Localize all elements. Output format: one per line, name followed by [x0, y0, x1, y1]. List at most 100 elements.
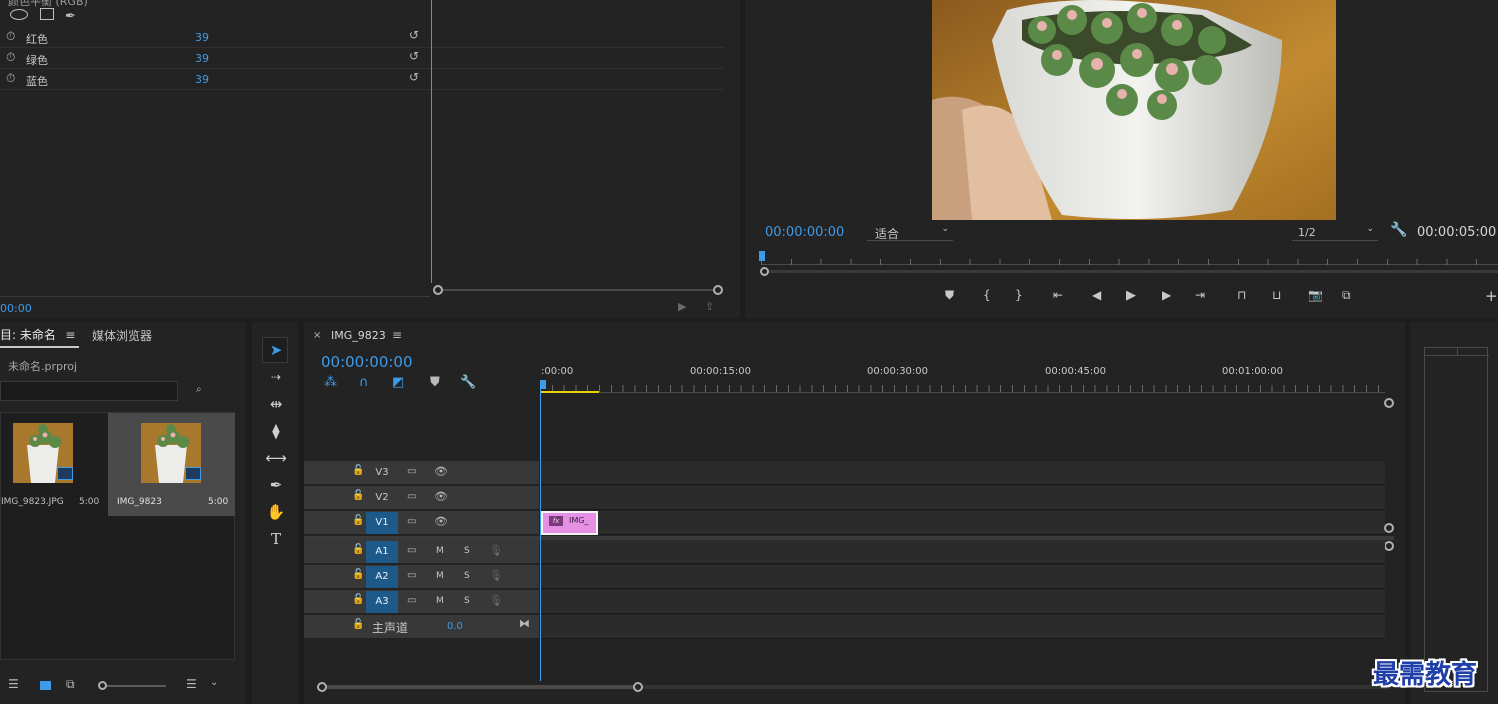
lift-icon[interactable]: ⊓: [1237, 288, 1246, 302]
eye-icon[interactable]: 👁: [434, 515, 448, 528]
track-header-a3[interactable]: [304, 590, 539, 614]
hand-tool-icon[interactable]: ✋: [263, 500, 289, 524]
ellipse-mask-icon[interactable]: [10, 9, 28, 20]
stopwatch-icon[interactable]: ⏱: [6, 29, 15, 44]
track-header-master[interactable]: [304, 615, 539, 639]
razor-tool-icon[interactable]: ⧫: [263, 419, 289, 443]
microphone-icon[interactable]: 🎙: [489, 544, 503, 557]
step-forward-icon[interactable]: ▶︎: [1162, 288, 1171, 302]
program-zoom-handle[interactable]: [760, 267, 769, 276]
mute-button[interactable]: M: [436, 546, 444, 556]
zoom-handle-right[interactable]: [713, 285, 723, 295]
reset-icon[interactable]: ↺: [409, 70, 419, 84]
sequence-tab-label[interactable]: IMG_9823: [331, 329, 386, 342]
nest-icon[interactable]: ⁂: [324, 375, 337, 390]
video-scroll-handle[interactable]: [1384, 523, 1394, 533]
program-playhead[interactable]: [759, 251, 765, 261]
export-frame-icon[interactable]: 📷: [1308, 288, 1323, 302]
play-icon[interactable]: ▶︎: [1126, 288, 1136, 303]
go-to-end-icon[interactable]: ⧓: [519, 617, 530, 630]
track-select-tool-icon[interactable]: ⇢: [263, 365, 289, 389]
snap-icon[interactable]: ∩: [359, 375, 369, 390]
video-clip[interactable]: fx IMG_: [541, 511, 598, 535]
lock-icon[interactable]: 🔓: [352, 569, 364, 580]
microphone-icon[interactable]: 🎙: [489, 594, 503, 607]
add-marker-icon[interactable]: ⛊: [945, 288, 954, 303]
sync-lock-icon[interactable]: ▭: [407, 545, 416, 556]
vertical-zoom-handle[interactable]: [1384, 398, 1394, 408]
reset-icon[interactable]: ↺: [409, 49, 419, 63]
icon-view-icon[interactable]: [40, 681, 51, 690]
wrench-icon[interactable]: 🔧: [460, 375, 476, 390]
mute-button[interactable]: M: [436, 571, 444, 581]
type-tool-icon[interactable]: T: [263, 527, 289, 551]
master-volume-value[interactable]: 0.0: [447, 621, 463, 632]
track-header-v3[interactable]: [304, 461, 539, 485]
thumbnail-size-slider[interactable]: [102, 685, 166, 687]
chevron-down-icon[interactable]: ⌄: [210, 677, 218, 688]
solo-button[interactable]: S: [464, 571, 470, 581]
search-input[interactable]: [0, 381, 178, 401]
comparison-view-icon[interactable]: ⧉: [1342, 288, 1351, 303]
eye-icon[interactable]: 👁: [434, 490, 448, 503]
export-icon[interactable]: ⇪: [705, 300, 714, 313]
track-v1[interactable]: [540, 511, 1385, 535]
h-scroll-handle-right[interactable]: [633, 682, 643, 692]
stopwatch-icon[interactable]: ⏱: [6, 71, 15, 86]
lock-icon[interactable]: 🔓: [352, 515, 364, 526]
search-bin-icon[interactable]: ⌕: [196, 384, 202, 395]
freeform-view-icon[interactable]: ⧉: [66, 677, 75, 692]
solo-button[interactable]: S: [464, 596, 470, 606]
project-tab[interactable]: 目: 未命名 ≡: [0, 326, 80, 348]
sort-icon[interactable]: ☰: [186, 677, 197, 691]
track-target-a1[interactable]: A1: [366, 541, 398, 563]
track-target-v1[interactable]: V1: [366, 512, 398, 534]
param-value[interactable]: 39: [195, 31, 209, 44]
resolution-dropdown[interactable]: 1/2 ⌄: [1292, 224, 1378, 241]
lock-icon[interactable]: 🔓: [352, 594, 364, 605]
lock-icon[interactable]: 🔓: [352, 490, 364, 501]
media-item-selected[interactable]: IMG_9823 5:00: [108, 413, 235, 516]
mark-in-icon[interactable]: {: [983, 288, 991, 302]
work-area-bar[interactable]: [541, 391, 599, 393]
track-a3[interactable]: [540, 590, 1385, 614]
track-master[interactable]: [540, 615, 1385, 639]
timeline-timecode[interactable]: 00:00:00:00: [321, 353, 413, 371]
sync-lock-icon[interactable]: ▭: [407, 466, 416, 477]
eye-icon[interactable]: 👁: [434, 465, 448, 478]
track-header-a2[interactable]: [304, 565, 539, 589]
add-button-icon[interactable]: +: [1485, 287, 1498, 305]
sync-lock-icon[interactable]: ▭: [407, 491, 416, 502]
pen-tool-icon[interactable]: ✒: [263, 473, 289, 497]
track-v3[interactable]: [540, 461, 1385, 485]
linked-selection-icon[interactable]: ◩: [392, 375, 404, 390]
media-browser-tab[interactable]: 媒体浏览器: [92, 327, 152, 344]
stopwatch-icon[interactable]: ⏱: [6, 50, 15, 65]
pen-mask-icon[interactable]: ✒: [65, 9, 76, 24]
ripple-edit-tool-icon[interactable]: ⇹: [263, 392, 289, 416]
program-timecode[interactable]: 00:00:00:00: [765, 225, 844, 240]
media-item[interactable]: IMG_9823.JPG 5:00: [1, 413, 107, 516]
program-zoom-bar[interactable]: [765, 270, 1498, 273]
sync-lock-icon[interactable]: ▭: [407, 516, 416, 527]
hamburger-icon[interactable]: ≡: [65, 328, 75, 342]
timeline-playhead-head[interactable]: [540, 380, 546, 389]
track-a1[interactable]: [540, 540, 1385, 564]
track-target-v3[interactable]: V3: [366, 462, 398, 484]
effects-zoom-bar[interactable]: [437, 289, 717, 291]
zoom-handle-left[interactable]: [433, 285, 443, 295]
rect-mask-icon[interactable]: [39, 8, 54, 20]
program-ruler[interactable]: [761, 253, 1498, 265]
track-header-v2[interactable]: [304, 486, 539, 510]
effects-playhead-line[interactable]: [431, 0, 432, 283]
param-value[interactable]: 39: [195, 73, 209, 86]
wrench-icon[interactable]: 🔧: [1390, 222, 1407, 238]
slip-tool-icon[interactable]: ⟷: [263, 446, 289, 470]
go-to-in-icon[interactable]: ⇤: [1053, 288, 1063, 302]
solo-button[interactable]: S: [464, 546, 470, 556]
sync-lock-icon[interactable]: ▭: [407, 570, 416, 581]
audio-scroll-handle[interactable]: [1384, 541, 1394, 551]
fit-dropdown[interactable]: 适合 ⌄: [867, 224, 953, 241]
sync-lock-icon[interactable]: ▭: [407, 595, 416, 606]
timeline-playhead-line[interactable]: [540, 389, 541, 681]
